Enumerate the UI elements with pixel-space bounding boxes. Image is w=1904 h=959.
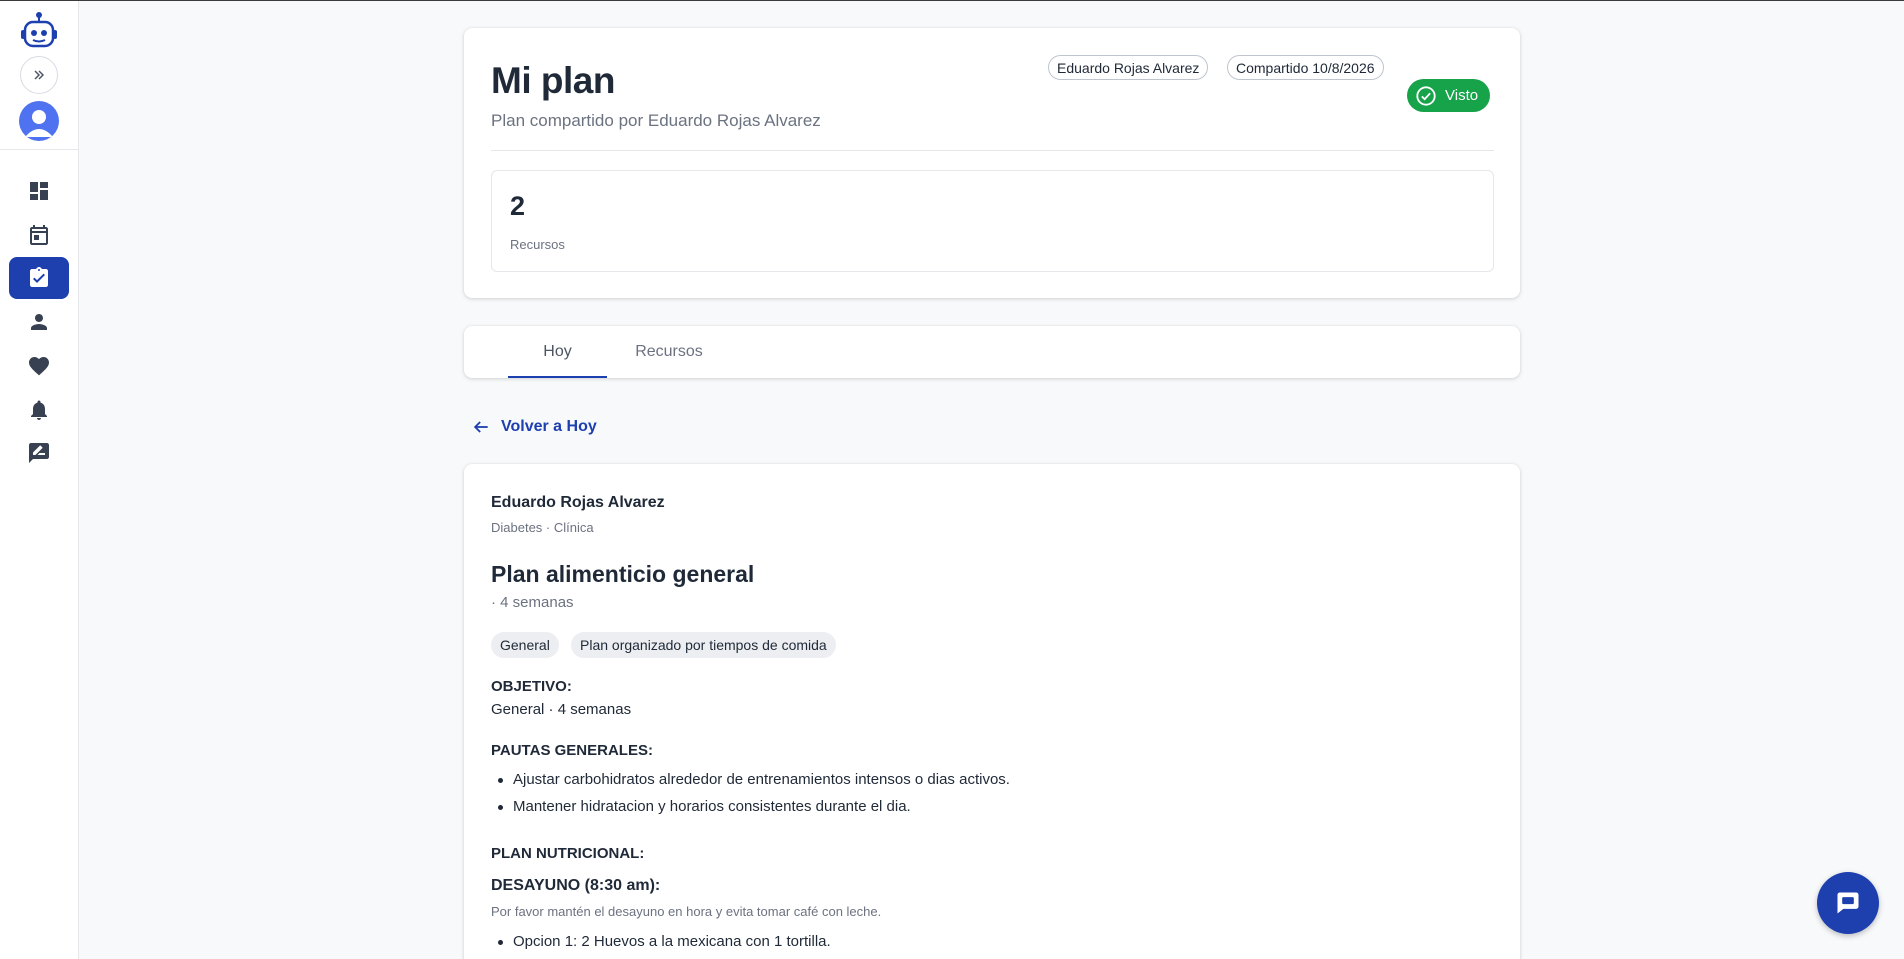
- sidebar-item-calendar[interactable]: [9, 214, 69, 256]
- status-label: Visto: [1445, 87, 1479, 104]
- sidebar-item-health[interactable]: [9, 345, 69, 387]
- double-chevron-right-icon: [34, 70, 45, 80]
- tab-recursos[interactable]: Recursos: [623, 326, 715, 378]
- check-circle-icon: [1416, 85, 1436, 106]
- tab-hoy[interactable]: Hoy: [508, 326, 607, 378]
- plan-nutricional-heading: PLAN NUTRICIONAL:: [491, 845, 645, 862]
- plan-title: Plan alimenticio general: [491, 561, 755, 587]
- desayuno-heading: DESAYUNO (8:30 am):: [491, 877, 661, 894]
- heart-icon: [29, 357, 49, 376]
- clipboard-check-icon: [30, 267, 48, 287]
- person-icon: [31, 314, 47, 330]
- arrow-left-icon: [473, 421, 488, 433]
- list-item: Ajustar carbohidratos alrededor de entre…: [491, 771, 1010, 798]
- plan-author-name: Eduardo Rojas Alvarez: [491, 494, 665, 511]
- plan-author-meta: Diabetes · Clínica: [491, 520, 594, 535]
- tag-general: General: [491, 632, 559, 658]
- back-link-label: Volver a Hoy: [501, 418, 597, 435]
- pautas-list: Ajustar carbohidratos alrededor de entre…: [491, 771, 1010, 825]
- list-item: Opcion 1: 2 Huevos a la mexicana con 1 t…: [491, 933, 831, 959]
- status-badge: Visto: [1407, 79, 1491, 112]
- chat-bubble-icon: [1837, 892, 1859, 914]
- chat-button[interactable]: [1817, 872, 1879, 934]
- sidebar-divider: [0, 149, 79, 150]
- page-title: Mi plan: [491, 60, 615, 101]
- plan-duration: · 4 semanas: [491, 594, 574, 611]
- sidebar-item-plans[interactable]: [9, 257, 69, 299]
- sidebar-item-feedback[interactable]: [9, 432, 69, 474]
- header-divider: [491, 150, 1494, 151]
- page-subtitle: Plan compartido por Eduardo Rojas Alvare…: [491, 111, 821, 130]
- back-to-today-link[interactable]: Volver a Hoy: [471, 415, 597, 439]
- objetivo-heading: OBJETIVO:: [491, 678, 572, 695]
- stat-value: 2: [510, 191, 526, 221]
- tag-plan-organizado: Plan organizado por tiempos de comida: [571, 632, 836, 658]
- tabs-bar: Hoy Recursos: [464, 326, 1520, 378]
- expand-sidebar-button[interactable]: [20, 56, 58, 94]
- dashboard-icon: [30, 182, 48, 200]
- robot-logo-icon[interactable]: [19, 11, 59, 51]
- sidebar-item-notifications[interactable]: [9, 389, 69, 431]
- author-chip: Eduardo Rojas Alvarez: [1048, 55, 1209, 80]
- bell-icon: [31, 400, 47, 420]
- pautas-heading: PAUTAS GENERALES:: [491, 742, 653, 759]
- calendar-icon: [30, 225, 48, 245]
- desayuno-note: Por favor mantén el desayuno en hora y e…: [491, 904, 882, 919]
- rate-review-icon: [29, 443, 49, 463]
- list-item: Mantener hidratacion y horarios consiste…: [491, 798, 1010, 825]
- sidebar: [0, 1, 79, 959]
- sidebar-item-dashboard[interactable]: [9, 170, 69, 212]
- shared-date-chip: Compartido 10/8/2026: [1227, 55, 1384, 80]
- user-avatar-icon: [25, 110, 53, 137]
- avatar[interactable]: [19, 101, 59, 141]
- plan-detail-card: Eduardo Rojas Alvarez Diabetes · Clínica…: [464, 464, 1520, 959]
- objetivo-text: General · 4 semanas: [491, 701, 632, 718]
- stat-label: Recursos: [510, 237, 565, 252]
- desayuno-options-list: Opcion 1: 2 Huevos a la mexicana con 1 t…: [491, 933, 831, 959]
- sidebar-item-profile[interactable]: [9, 301, 69, 343]
- plan-header-card: Mi plan Plan compartido por Eduardo Roja…: [464, 28, 1520, 298]
- resources-stat: 2 Recursos: [491, 170, 1494, 272]
